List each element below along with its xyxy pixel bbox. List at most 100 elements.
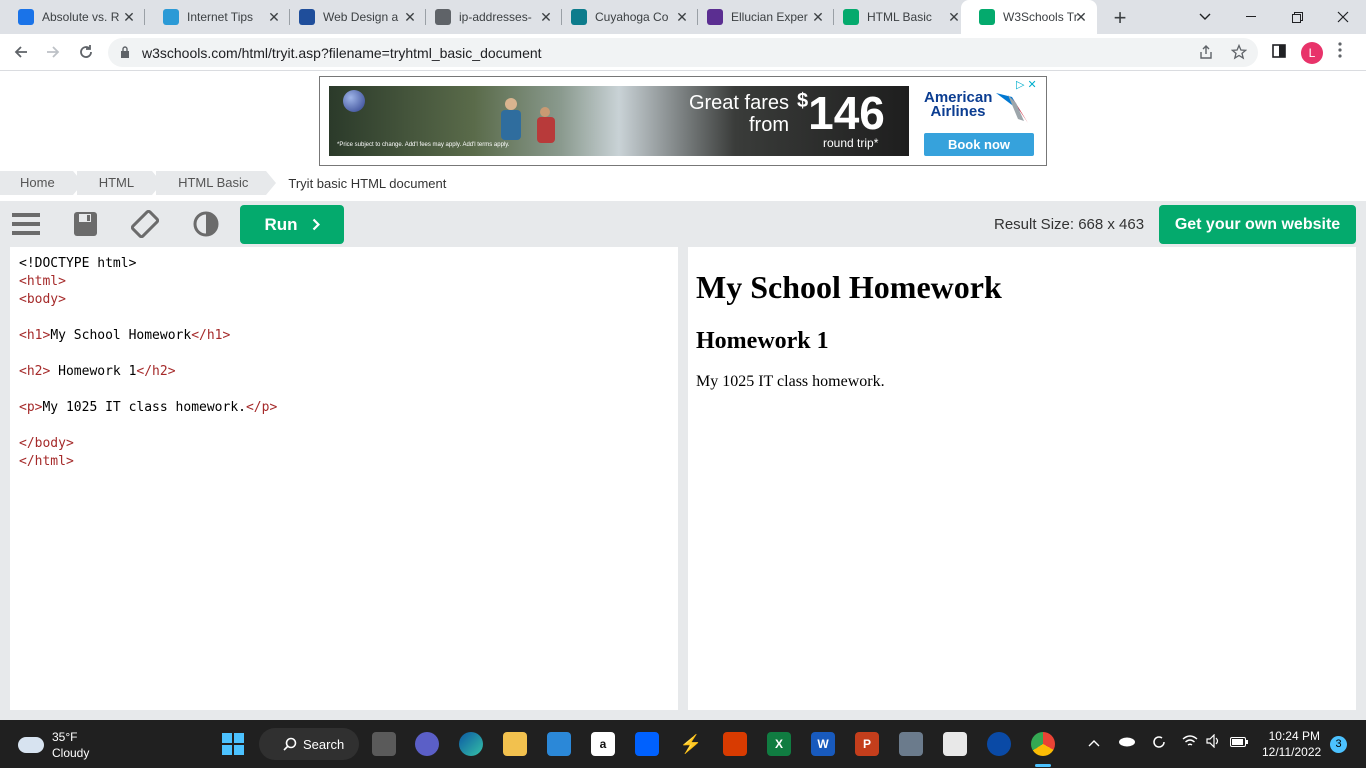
taskbar-search[interactable]: Search — [259, 728, 359, 760]
browser-tab[interactable]: W3Schools Tr ✕ — [961, 0, 1097, 34]
tab-close-icon[interactable]: ✕ — [402, 9, 418, 25]
reload-button[interactable] — [74, 40, 98, 64]
globe-logo-icon — [343, 90, 365, 112]
mail-icon[interactable] — [547, 732, 571, 756]
doc-icon — [18, 9, 34, 25]
tab-close-icon[interactable]: ✕ — [1073, 9, 1089, 25]
sync-icon[interactable] — [1151, 734, 1167, 753]
link-icon — [435, 9, 451, 25]
result-heading-2: Homework 1 — [696, 328, 829, 354]
tab-close-icon[interactable]: ✕ — [946, 9, 962, 25]
tab-close-icon[interactable]: ✕ — [538, 9, 554, 25]
onedrive-icon[interactable] — [1118, 734, 1136, 750]
browser-tab[interactable]: Cuyahoga Co ✕ — [553, 0, 698, 34]
work-area: <!DOCTYPE html> <html> <body> <h1>My Sch… — [0, 247, 1366, 720]
reload-icon — [80, 45, 92, 58]
breadcrumb-home[interactable]: Home — [0, 171, 83, 195]
lock-icon — [121, 46, 129, 58]
volume-icon[interactable] — [1206, 733, 1222, 751]
clock-date: 12/11/2022 — [1262, 745, 1322, 759]
new-tab-button[interactable]: + — [1108, 5, 1132, 31]
american-airlines-logo-icon — [996, 93, 1028, 123]
side-panel-icon[interactable] — [1272, 44, 1286, 63]
teams-chat-icon[interactable] — [415, 732, 439, 756]
result-size-label: Result Size: 668 x 463 — [994, 216, 1145, 233]
tab-close-icon[interactable]: ✕ — [674, 9, 690, 25]
code-editor[interactable]: <!DOCTYPE html> <html> <body> <h1>My Sch… — [10, 247, 678, 710]
browser-tab[interactable]: Internet Tips ✕ — [145, 0, 290, 34]
breadcrumb: Home HTML HTML Basic Tryit basic HTML do… — [0, 171, 446, 195]
battery-icon[interactable] — [1230, 734, 1248, 750]
system-clock[interactable]: 10:24 PM 12/11/2022 — [1262, 728, 1322, 760]
url-text[interactable]: w3schools.com/html/tryit.asp?filename=tr… — [142, 45, 542, 61]
breadcrumb-html[interactable]: HTML — [76, 171, 163, 195]
omnibox[interactable]: w3schools.com/html/tryit.asp?filename=tr… — [108, 38, 1258, 67]
browser-tab[interactable]: Absolute vs. R ✕ — [0, 0, 145, 34]
word-icon[interactable]: W — [811, 732, 835, 756]
ad-photo: *Price subject to change. Add'l fees may… — [329, 86, 909, 156]
power-automate-icon[interactable]: ⚡ — [679, 732, 703, 756]
tab-title: Absolute vs. R — [42, 10, 120, 24]
back-button[interactable] — [9, 40, 33, 64]
share-icon[interactable] — [1198, 44, 1214, 64]
rotate-orientation-icon[interactable] — [131, 210, 159, 238]
tab-title: HTML Basic — [867, 10, 932, 24]
book-now-button[interactable]: Book now — [924, 133, 1034, 156]
code-text[interactable]: <!DOCTYPE html> <html> <body> <h1>My Sch… — [10, 247, 678, 471]
dark-mode-toggle-icon[interactable] — [193, 210, 219, 238]
ad-price: $146 — [797, 87, 885, 139]
chevron-down-icon — [1199, 13, 1211, 20]
webex-icon[interactable] — [987, 732, 1011, 756]
forward-button[interactable] — [41, 40, 65, 64]
menu-kebab-icon[interactable] — [1338, 42, 1342, 63]
browser-tab[interactable]: ip-addresses- ✕ — [417, 0, 562, 34]
show-hidden-icons-chevron-icon[interactable] — [1088, 734, 1100, 750]
weather-widget[interactable]: 35°F Cloudy — [18, 729, 89, 761]
amazon-icon[interactable]: a — [591, 732, 615, 756]
minimize-button[interactable] — [1228, 0, 1274, 34]
get-your-own-website-button[interactable]: Get your own website — [1159, 205, 1356, 244]
wifi-icon[interactable] — [1182, 734, 1198, 751]
tab-close-icon[interactable]: ✕ — [810, 9, 826, 25]
ad-choices-icon[interactable]: ▷ ✕ — [1016, 78, 1037, 91]
save-icon[interactable] — [73, 210, 98, 238]
chrome-icon[interactable] — [1031, 732, 1055, 756]
close-window-button[interactable] — [1320, 0, 1366, 34]
chrome-active-indicator — [1035, 764, 1051, 767]
run-button[interactable]: Run — [240, 205, 344, 244]
tab-title: Web Design a — [323, 10, 399, 24]
office-icon[interactable] — [723, 732, 747, 756]
tab-strip: + Absolute vs. R ✕ Internet Tips ✕ Web Desig… — [0, 0, 1366, 34]
ad-banner[interactable]: *Price subject to change. Add'l fees may… — [319, 76, 1047, 166]
tab-search-button[interactable] — [1182, 0, 1228, 34]
excel-icon[interactable]: X — [767, 732, 791, 756]
breadcrumb-html-basic[interactable]: HTML Basic — [156, 171, 277, 195]
tab-title: ip-addresses- — [459, 10, 532, 24]
edge-icon[interactable] — [459, 732, 483, 756]
tryit-toolbar: Run Result Size: 668 x 463 Get your own … — [0, 201, 1366, 247]
browser-tab[interactable]: Ellucian Exper ✕ — [689, 0, 834, 34]
windows-start-icon[interactable] — [222, 733, 244, 755]
clock-time: 10:24 PM — [1268, 729, 1320, 743]
browser-tab[interactable]: Web Design a ✕ — [281, 0, 426, 34]
tab-close-icon[interactable]: ✕ — [121, 9, 137, 25]
profile-avatar[interactable]: L — [1301, 42, 1323, 64]
snipping-tool-icon[interactable] — [943, 732, 967, 756]
browser-tab[interactable]: HTML Basic ✕ — [825, 0, 970, 34]
tab-title: Ellucian Exper — [731, 10, 808, 24]
file-explorer-icon[interactable] — [503, 732, 527, 756]
dropbox-icon[interactable] — [635, 732, 659, 756]
calculator-icon[interactable] — [899, 732, 923, 756]
cloud-icon — [18, 737, 44, 753]
back-arrow-icon — [14, 46, 27, 58]
w3schools-icon — [843, 9, 859, 25]
tab-close-icon[interactable]: ✕ — [266, 9, 282, 25]
powerpoint-icon[interactable]: P — [855, 732, 879, 756]
bookmark-star-icon[interactable] — [1230, 43, 1248, 64]
menu-icon[interactable] — [12, 210, 40, 238]
minimize-icon — [1246, 16, 1256, 17]
notification-badge[interactable]: 3 — [1330, 736, 1347, 753]
task-view-icon[interactable] — [372, 732, 396, 756]
restore-button[interactable] — [1274, 0, 1320, 34]
tab-title: Cuyahoga Co — [595, 10, 669, 24]
